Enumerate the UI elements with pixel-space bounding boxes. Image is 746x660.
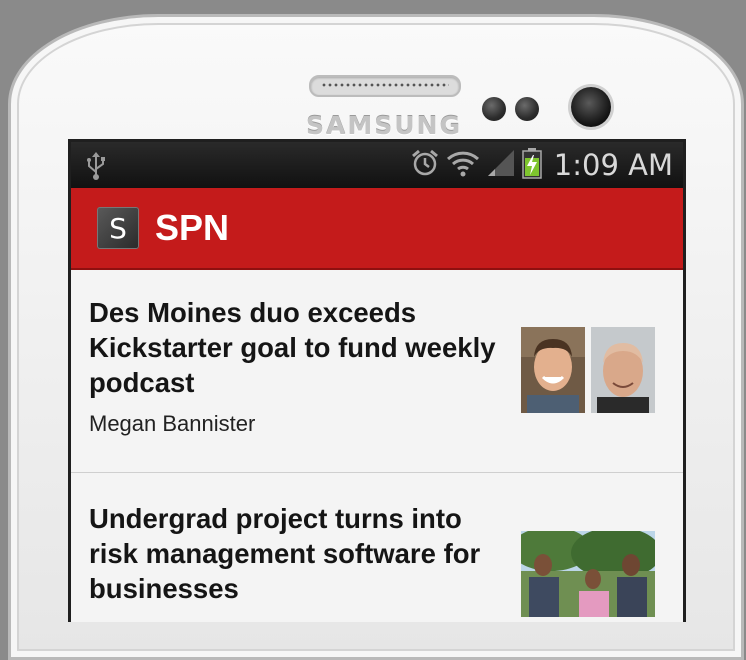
screen: 1:09 AM S SPN Des Moines duo exceeds Kic… (68, 139, 686, 622)
action-bar: S SPN (71, 188, 683, 270)
wifi-icon (446, 148, 480, 183)
status-time: 1:09 AM (553, 148, 673, 182)
article-title[interactable]: Undergrad project turns into risk manage… (89, 501, 499, 606)
app-title: SPN (155, 207, 230, 248)
alarm-icon (410, 148, 440, 183)
article-list-item[interactable]: Undergrad project turns into risk manage… (71, 473, 683, 622)
status-bar: 1:09 AM (71, 142, 683, 188)
earpiece-speaker (309, 75, 461, 97)
front-camera (571, 87, 611, 127)
light-sensor (515, 97, 539, 121)
article-thumbnail[interactable] (521, 531, 655, 617)
battery-charging-icon (522, 147, 542, 184)
proximity-sensor (482, 97, 506, 121)
article-title[interactable]: Des Moines duo exceeds Kickstarter goal … (89, 295, 499, 400)
usb-icon (85, 152, 107, 185)
article-author: Megan Bannister (89, 411, 256, 436)
app-logo-icon[interactable]: S (97, 207, 139, 249)
article-list-item[interactable]: Des Moines duo exceeds Kickstarter goal … (71, 270, 683, 473)
article-thumbnail[interactable] (521, 327, 655, 413)
signal-icon (486, 148, 516, 183)
device-brand: SAMSUNG (306, 111, 462, 140)
